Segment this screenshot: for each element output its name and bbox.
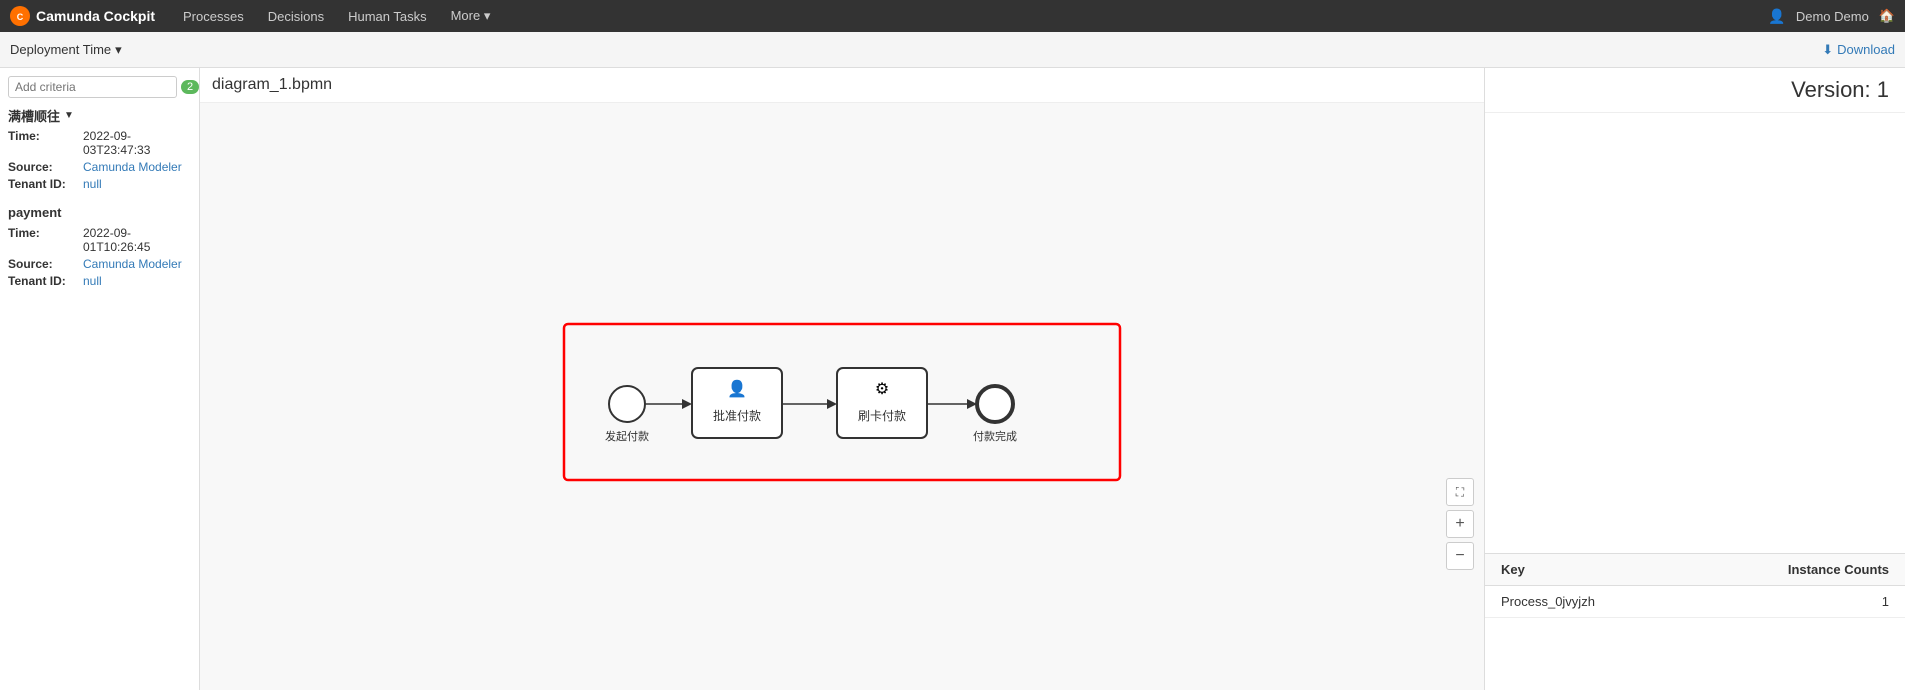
payment-process-section: payment Time: 2022-09-01T10:26:45 Source… [8, 205, 191, 288]
version-label: Version: 1 [1791, 77, 1889, 103]
source-label-1: Source: [8, 160, 83, 174]
version-header: Version: 1 [1485, 68, 1905, 113]
row-key: Process_0jvyjzh [1485, 586, 1689, 618]
section-title[interactable]: 满槽顺往 ▼ [8, 106, 191, 125]
payment-source-label: Source: [8, 257, 83, 271]
col-key-header: Key [1485, 554, 1689, 586]
payment-tenant-label: Tenant ID: [8, 274, 83, 288]
instances-table: Key Instance Counts Process_0jvyjzh 1 [1485, 554, 1905, 618]
payment-source-value[interactable]: Camunda Modeler [83, 257, 182, 271]
main-layout: 2 🔗 💾 满槽顺往 ▼ Time: 2022-09-03T23:47:33 S… [0, 68, 1905, 690]
section-title-text: 满槽顺往 [8, 106, 60, 125]
zoom-in-icon: + [1455, 515, 1464, 533]
payment-time-value: 2022-09-01T10:26:45 [83, 226, 191, 254]
payment-tenant-value: null [83, 274, 102, 288]
filter-count-badge: 2 [181, 80, 199, 94]
sub-header: Deployment Time ▾ ⬇ Download [0, 32, 1905, 68]
task1-label: 批准付款 [713, 408, 761, 423]
deployment-filter-label: Deployment Time [10, 42, 111, 57]
time-label-1: Time: [8, 129, 83, 157]
nav-decisions[interactable]: Decisions [256, 0, 336, 32]
source-value-1[interactable]: Camunda Modeler [83, 160, 182, 174]
home-icon[interactable]: 🏠 [1879, 8, 1895, 24]
navbar-right: 👤 Demo Demo 🏠 [1768, 8, 1895, 25]
svg-text:⚙: ⚙ [875, 381, 889, 398]
col-instances-header: Instance Counts [1689, 554, 1905, 586]
app-logo: C [10, 6, 30, 26]
tenant-row-1: Tenant ID: null [8, 177, 191, 191]
tenant-value-1: null [83, 177, 102, 191]
process-name[interactable]: payment [8, 205, 191, 220]
diagram-canvas: 发起付款 👤 批准付款 ⚙ 刷卡付款 [200, 113, 1484, 690]
right-panel: Version: 1 Key Instance Counts Process_0… [1485, 68, 1905, 690]
fit-button[interactable]: ⛶ [1446, 478, 1474, 506]
user-name: Demo Demo [1796, 9, 1869, 24]
brand: C Camunda Cockpit [10, 6, 155, 26]
end-label: 付款完成 [973, 429, 1017, 443]
diagram-panel: diagram_1.bpmn 发起付款 👤 批准付款 [200, 68, 1485, 690]
add-criteria-input[interactable] [8, 76, 177, 98]
main-nav: Processes Decisions Human Tasks More ▾ [171, 0, 502, 32]
section-arrow-icon: ▼ [64, 110, 74, 121]
filter-row: 2 🔗 💾 [8, 76, 191, 98]
source-row-1: Source: Camunda Modeler [8, 160, 191, 174]
deployment-filter[interactable]: Deployment Time ▾ [10, 42, 122, 58]
time-row-1: Time: 2022-09-03T23:47:33 [8, 129, 191, 157]
payment-source-row: Source: Camunda Modeler [8, 257, 191, 271]
sidebar: 2 🔗 💾 满槽顺往 ▼ Time: 2022-09-03T23:47:33 S… [0, 68, 200, 690]
navbar: C Camunda Cockpit Processes Decisions Hu… [0, 0, 1905, 32]
download-button[interactable]: ⬇ Download [1822, 42, 1895, 58]
nav-human-tasks[interactable]: Human Tasks [336, 0, 439, 32]
app-name: Camunda Cockpit [36, 8, 155, 24]
task2-label: 刷卡付款 [858, 409, 906, 423]
user-icon: 👤 [1768, 8, 1785, 25]
fit-icon: ⛶ [1456, 485, 1464, 500]
nav-processes[interactable]: Processes [171, 0, 256, 32]
time-value-1: 2022-09-03T23:47:33 [83, 129, 191, 157]
svg-text:C: C [17, 12, 24, 22]
payment-time-row: Time: 2022-09-01T10:26:45 [8, 226, 191, 254]
nav-more[interactable]: More ▾ [439, 0, 503, 32]
zoom-controls: ⛶ + − [1446, 478, 1474, 570]
zoom-out-button[interactable]: − [1446, 542, 1474, 570]
payment-tenant-row: Tenant ID: null [8, 274, 191, 288]
payment-time-label: Time: [8, 226, 83, 254]
tenant-label-1: Tenant ID: [8, 177, 83, 191]
filter-arrow-icon: ▾ [115, 42, 122, 58]
diagram-title: diagram_1.bpmn [200, 68, 1484, 103]
table-row[interactable]: Process_0jvyjzh 1 [1485, 586, 1905, 618]
download-label: Download [1837, 42, 1895, 57]
bpmn-diagram: 发起付款 👤 批准付款 ⚙ 刷卡付款 [562, 322, 1122, 482]
zoom-out-icon: − [1455, 547, 1464, 565]
zoom-in-button[interactable]: + [1446, 510, 1474, 538]
svg-text:👤: 👤 [727, 379, 747, 398]
download-icon: ⬇ [1822, 42, 1833, 58]
start-label: 发起付款 [605, 429, 649, 443]
row-instances: 1 [1689, 586, 1905, 618]
instances-table-area: Key Instance Counts Process_0jvyjzh 1 [1485, 113, 1905, 690]
